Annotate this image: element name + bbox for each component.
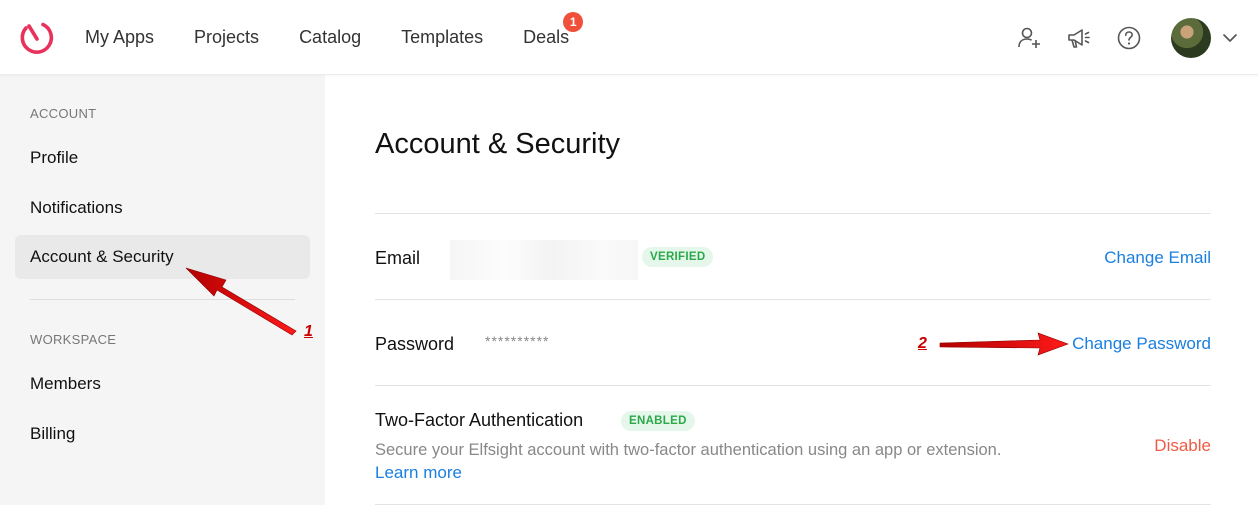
password-label: Password (375, 334, 455, 354)
nav-templates[interactable]: Templates (401, 27, 483, 48)
page-title: Account & Security (375, 128, 620, 160)
two-factor-label: Two-Factor Authentication (375, 410, 584, 430)
divider (375, 213, 1211, 214)
sidebar-item-notifications[interactable]: Notifications (15, 186, 310, 230)
verified-badge: VERIFIED (642, 247, 714, 267)
settings-sidebar: ACCOUNT Profile Notifications Account & … (0, 75, 325, 505)
nav-my-apps[interactable]: My Apps (85, 27, 154, 48)
avatar[interactable] (1171, 18, 1211, 58)
nav-deals-label: Deals (523, 27, 570, 47)
sidebar-item-members[interactable]: Members (15, 362, 310, 406)
sidebar-item-label: Profile (30, 148, 79, 167)
divider (375, 299, 1211, 300)
main-content: Account & Security Email VERIFIED Change… (375, 75, 1211, 505)
add-user-icon[interactable] (1016, 25, 1042, 51)
email-value-redacted (450, 240, 638, 280)
sidebar-item-billing[interactable]: Billing (15, 412, 310, 456)
elfsight-logo-icon[interactable] (19, 20, 55, 56)
main-nav: My Apps Projects Catalog Templates Deals… (85, 0, 584, 75)
megaphone-icon[interactable] (1066, 25, 1092, 51)
divider (375, 385, 1211, 386)
section-label-workspace: WORKSPACE (30, 332, 117, 347)
annotation-marker-2: 2 (918, 335, 927, 352)
section-label-account: ACCOUNT (30, 106, 97, 121)
learn-more-link[interactable]: Learn more (375, 463, 462, 483)
two-factor-description: Secure your Elfsight account with two-fa… (375, 441, 1002, 459)
sidebar-item-label: Billing (30, 424, 76, 443)
sidebar-item-account-security[interactable]: Account & Security (15, 235, 310, 279)
nav-catalog[interactable]: Catalog (299, 27, 361, 48)
help-icon[interactable] (1116, 25, 1142, 51)
nav-projects[interactable]: Projects (194, 27, 259, 48)
sidebar-item-label: Notifications (30, 198, 123, 217)
top-navigation-bar: My Apps Projects Catalog Templates Deals… (0, 0, 1258, 75)
sidebar-divider (30, 299, 295, 300)
email-label: Email (375, 248, 421, 268)
annotation-marker-1: 1 (304, 323, 313, 340)
chevron-down-icon[interactable] (1221, 30, 1239, 46)
sidebar-item-profile[interactable]: Profile (15, 136, 310, 180)
change-password-link[interactable]: Change Password (1072, 334, 1211, 354)
nav-deals[interactable]: Deals 1 (523, 12, 584, 48)
enabled-badge: ENABLED (621, 411, 695, 431)
deals-count-badge: 1 (563, 12, 584, 32)
sidebar-item-label: Members (30, 374, 101, 393)
change-email-link[interactable]: Change Email (1104, 248, 1211, 268)
sidebar-item-label: Account & Security (30, 247, 174, 266)
password-masked-value: ********** (485, 333, 550, 349)
disable-two-factor-button[interactable]: Disable (1154, 436, 1211, 456)
